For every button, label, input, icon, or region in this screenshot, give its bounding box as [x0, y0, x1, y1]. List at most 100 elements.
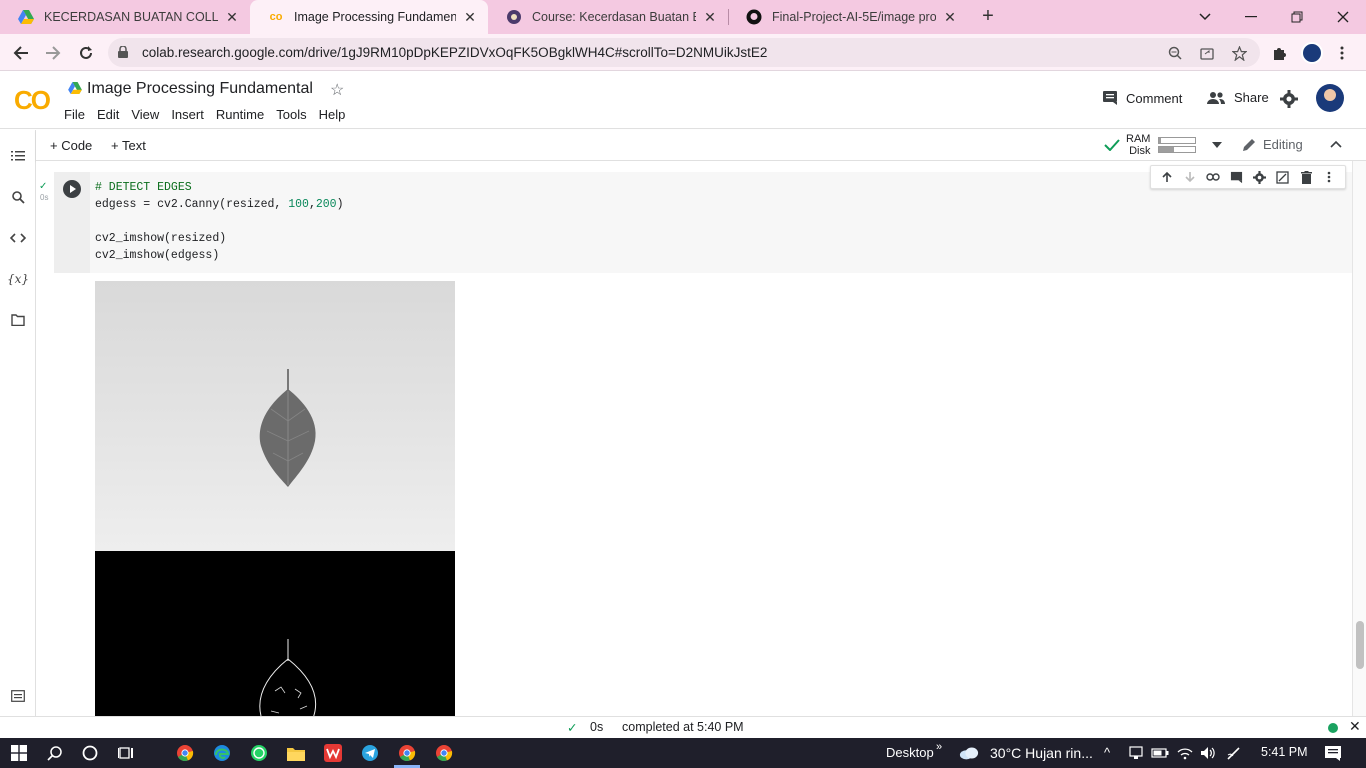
- code-line-2[interactable]: edgess = cv2.Canny(resized, 100,200): [95, 198, 343, 211]
- google-drive-icon[interactable]: [68, 82, 82, 97]
- ram-bar: [1158, 137, 1197, 144]
- menu-view[interactable]: View: [131, 107, 159, 122]
- browser-tab-kecerdasan-collabs[interactable]: KECERDASAN BUATAN COLLABS ✕: [0, 0, 250, 34]
- minimize-window-icon[interactable]: [1228, 0, 1274, 34]
- add-code-button[interactable]: + Code: [50, 138, 92, 153]
- desktop-toolbar-label[interactable]: Desktop: [886, 745, 934, 760]
- close-tab-icon[interactable]: ✕: [462, 9, 478, 26]
- output-grayscale-leaf-image: [95, 281, 455, 551]
- close-tab-icon[interactable]: ✕: [942, 9, 958, 26]
- editing-mode-button[interactable]: Editing: [1242, 137, 1303, 152]
- task-view-icon[interactable]: [116, 743, 136, 763]
- file-explorer-taskbar-icon[interactable]: [286, 743, 306, 763]
- show-hidden-icons-chevron-icon[interactable]: ^: [1104, 745, 1110, 760]
- chrome-taskbar-icon[interactable]: [175, 743, 195, 763]
- share-page-icon[interactable]: [1198, 44, 1216, 62]
- battery-icon[interactable]: [1150, 743, 1170, 763]
- link-icon[interactable]: [1205, 169, 1221, 185]
- scrollbar-thumb[interactable]: [1356, 621, 1364, 669]
- disk-bar-fill: [1159, 147, 1174, 152]
- tab-search-chevron-icon[interactable]: [1182, 0, 1228, 34]
- code-snippets-icon[interactable]: [9, 229, 27, 247]
- notebook-content[interactable]: ✓ 0s # DETECT EDGES edgess = cv2.Canny(r…: [36, 161, 1352, 716]
- tab-title: Image Processing Fundamental -: [294, 10, 456, 24]
- browser-profile-avatar[interactable]: [1301, 42, 1323, 64]
- share-label: Share: [1234, 90, 1269, 105]
- edge-taskbar-icon[interactable]: [212, 743, 232, 763]
- extensions-puzzle-icon[interactable]: [1270, 43, 1290, 63]
- vertical-scrollbar[interactable]: [1352, 161, 1366, 716]
- mirror-cell-icon[interactable]: [1275, 169, 1291, 185]
- meet-now-icon[interactable]: [1126, 743, 1146, 763]
- wps-office-taskbar-icon[interactable]: [323, 743, 343, 763]
- google-drive-icon: [18, 9, 34, 25]
- files-folder-icon[interactable]: [9, 311, 27, 329]
- reload-icon[interactable]: [73, 40, 99, 66]
- new-tab-button[interactable]: +: [976, 5, 1000, 29]
- code-line-4[interactable]: cv2_imshow(resized): [95, 232, 226, 245]
- settings-gear-icon[interactable]: [1280, 90, 1298, 111]
- restore-window-icon[interactable]: [1274, 0, 1320, 34]
- move-cell-down-icon[interactable]: [1182, 169, 1198, 185]
- chrome-profile-taskbar-icon[interactable]: [397, 743, 417, 763]
- pen-input-icon[interactable]: [1224, 743, 1244, 763]
- back-arrow-icon[interactable]: [8, 40, 34, 66]
- menu-help[interactable]: Help: [319, 107, 346, 122]
- menu-edit[interactable]: Edit: [97, 107, 119, 122]
- account-avatar[interactable]: [1316, 84, 1344, 112]
- code-line-1[interactable]: # DETECT EDGES: [95, 181, 192, 194]
- browser-tab-image-processing[interactable]: co Image Processing Fundamental - ✕: [250, 0, 488, 34]
- collapse-chevron-up-icon[interactable]: [1330, 140, 1342, 148]
- table-of-contents-icon[interactable]: [9, 147, 27, 165]
- menu-file[interactable]: File: [64, 107, 85, 122]
- variables-icon[interactable]: {x}: [7, 270, 29, 288]
- close-tab-icon[interactable]: ✕: [702, 9, 718, 26]
- bookmark-star-icon[interactable]: [1230, 44, 1248, 62]
- close-window-icon[interactable]: [1320, 0, 1366, 34]
- code-line-5[interactable]: cv2_imshow(edgess): [95, 249, 219, 262]
- close-status-icon[interactable]: ✕: [1349, 718, 1361, 735]
- zoom-icon[interactable]: [1166, 44, 1184, 62]
- move-cell-up-icon[interactable]: [1159, 169, 1175, 185]
- address-bar[interactable]: colab.research.google.com/drive/1gJ9RM10…: [108, 38, 1260, 67]
- close-tab-icon[interactable]: ✕: [224, 9, 240, 26]
- weather-text[interactable]: 30°C Hujan rin...: [990, 745, 1093, 761]
- browser-tab-course[interactable]: Course: Kecerdasan Buatan E ✕: [488, 0, 728, 34]
- colab-logo[interactable]: CO: [14, 85, 51, 116]
- whatsapp-taskbar-icon[interactable]: [249, 743, 269, 763]
- chrome-second-taskbar-icon[interactable]: [434, 743, 454, 763]
- dropdown-arrow-icon[interactable]: [1212, 142, 1223, 148]
- menu-runtime[interactable]: Runtime: [216, 107, 264, 122]
- wifi-icon[interactable]: [1175, 743, 1195, 763]
- volume-icon[interactable]: [1198, 743, 1218, 763]
- comment-button[interactable]: Comment: [1102, 90, 1182, 106]
- ram-disk-bars: [1158, 135, 1197, 155]
- telegram-taskbar-icon[interactable]: [360, 743, 380, 763]
- run-cell-button[interactable]: [63, 180, 81, 198]
- cell-settings-gear-icon[interactable]: [1252, 169, 1268, 185]
- notifications-icon[interactable]: [1323, 743, 1343, 763]
- add-comment-icon[interactable]: [1228, 169, 1244, 185]
- weather-cloud-icon[interactable]: [959, 743, 979, 763]
- more-options-icon[interactable]: [1321, 169, 1337, 185]
- star-icon[interactable]: ☆: [330, 80, 344, 100]
- menu-insert[interactable]: Insert: [171, 107, 204, 122]
- terminal-icon[interactable]: [9, 687, 27, 705]
- resource-monitor[interactable]: RAM Disk: [1104, 133, 1223, 157]
- browser-tab-github[interactable]: Final-Project-AI-5E/image proce ✕: [728, 0, 968, 34]
- toolbar-expand-chevron-icon[interactable]: »: [936, 741, 942, 753]
- search-icon[interactable]: [9, 188, 27, 206]
- cortana-icon[interactable]: [80, 743, 100, 763]
- taskbar-search-icon[interactable]: [45, 743, 65, 763]
- comment-label: Comment: [1126, 90, 1183, 106]
- lock-icon[interactable]: [118, 45, 128, 61]
- windows-start-icon[interactable]: [9, 743, 29, 763]
- share-button[interactable]: Share: [1206, 90, 1269, 105]
- menu-tools[interactable]: Tools: [276, 107, 306, 122]
- notebook-title[interactable]: Image Processing Fundamental: [87, 80, 313, 98]
- chrome-menu-icon[interactable]: [1332, 43, 1352, 63]
- clock-time[interactable]: 5:41 PM: [1261, 745, 1308, 759]
- add-text-button[interactable]: + Text: [111, 138, 146, 153]
- delete-cell-trash-icon[interactable]: [1298, 169, 1314, 185]
- forward-arrow-icon[interactable]: [40, 40, 66, 66]
